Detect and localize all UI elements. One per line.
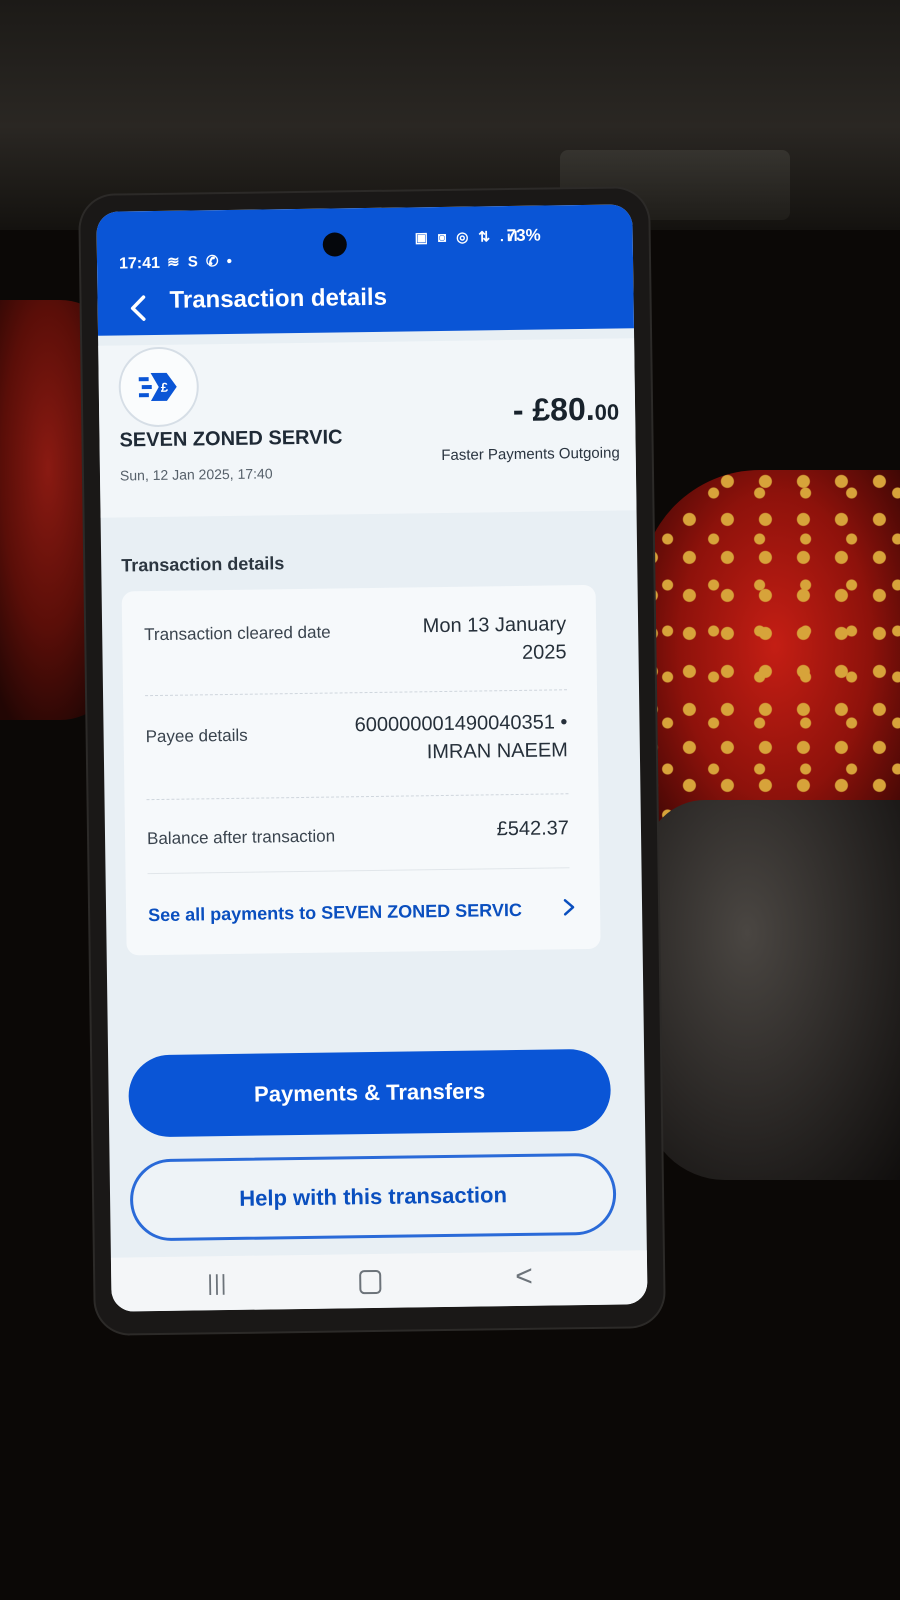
see-all-payments-link[interactable]: See all payments to SEVEN ZONED SERVIC [148, 900, 522, 926]
page-title: Transaction details [169, 283, 388, 314]
balance-row: Balance after transaction £542.37 [147, 817, 569, 848]
chevron-left-icon [130, 295, 146, 321]
phone-device: 17:41 ≋ S ✆ • ▣ ◙ ◎ ⇅ .ıl 73% Transactio… [80, 188, 664, 1334]
payee-details-row: Payee details 600000001490040351 • IMRAN… [145, 711, 569, 763]
details-card: Transaction cleared date Mon 13 January … [121, 584, 601, 956]
amount-main: - £80. [512, 390, 595, 428]
details-heading: Transaction details [121, 553, 285, 576]
fast-payment-icon: £ [138, 372, 177, 402]
payee-details-label: Payee details [145, 725, 248, 747]
balance-label: Balance after transaction [146, 826, 336, 849]
back-button[interactable] [123, 293, 153, 323]
help-transaction-button[interactable]: Help with this transaction [129, 1152, 617, 1242]
payee-name: IMRAN NAEEM [426, 739, 569, 764]
transaction-amount: - £80.00 [513, 391, 620, 429]
transaction-summary: £ SEVEN ZONED SERVIC Sun, 12 Jan 2025, 1… [98, 338, 637, 518]
svg-text:£: £ [161, 380, 169, 395]
balance-value: £542.37 [496, 817, 570, 841]
chevron-right-icon[interactable] [562, 897, 576, 923]
status-left-icons: ≋ S ✆ • [166, 252, 235, 271]
merchant-name: SEVEN ZONED SERVIC [119, 426, 343, 452]
status-time: 17:41 [118, 254, 161, 273]
row-divider [147, 867, 570, 875]
row-divider [146, 793, 569, 801]
transaction-datetime: Sun, 12 Jan 2025, 17:40 [119, 465, 273, 484]
row-divider [145, 689, 568, 697]
payments-transfers-button[interactable]: Payments & Transfers [128, 1048, 612, 1138]
system-nav-bar: ||| < [110, 1250, 648, 1312]
phone-screen: 17:41 ≋ S ✆ • ▣ ◙ ◎ ⇅ .ıl 73% Transactio… [96, 204, 648, 1312]
amount-pence: 00 [594, 399, 620, 425]
merchant-logo: £ [118, 346, 200, 428]
status-right-icons: ▣ ◙ ◎ ⇅ .ıl [414, 227, 521, 246]
recents-icon[interactable]: ||| [207, 1270, 228, 1296]
home-icon[interactable] [359, 1269, 382, 1295]
transaction-type: Faster Payments Outgoing [441, 444, 620, 465]
cleared-date-line2: 2025 [521, 641, 567, 664]
app-header: 17:41 ≋ S ✆ • ▣ ◙ ◎ ⇅ .ıl 73% Transactio… [96, 204, 634, 336]
nav-back-icon[interactable]: < [515, 1260, 533, 1294]
cleared-date-row: Transaction cleared date Mon 13 January … [144, 613, 567, 664]
battery-level: 73% [506, 225, 541, 246]
quilted-bag [645, 800, 900, 1180]
payee-account: 600000001490040351 • [354, 711, 568, 737]
cleared-date-label: Transaction cleared date [144, 622, 331, 645]
status-bar: 17:41 ≋ S ✆ • ▣ ◙ ◎ ⇅ .ıl 73% [96, 204, 633, 273]
cleared-date-line1: Mon 13 January [422, 613, 567, 638]
